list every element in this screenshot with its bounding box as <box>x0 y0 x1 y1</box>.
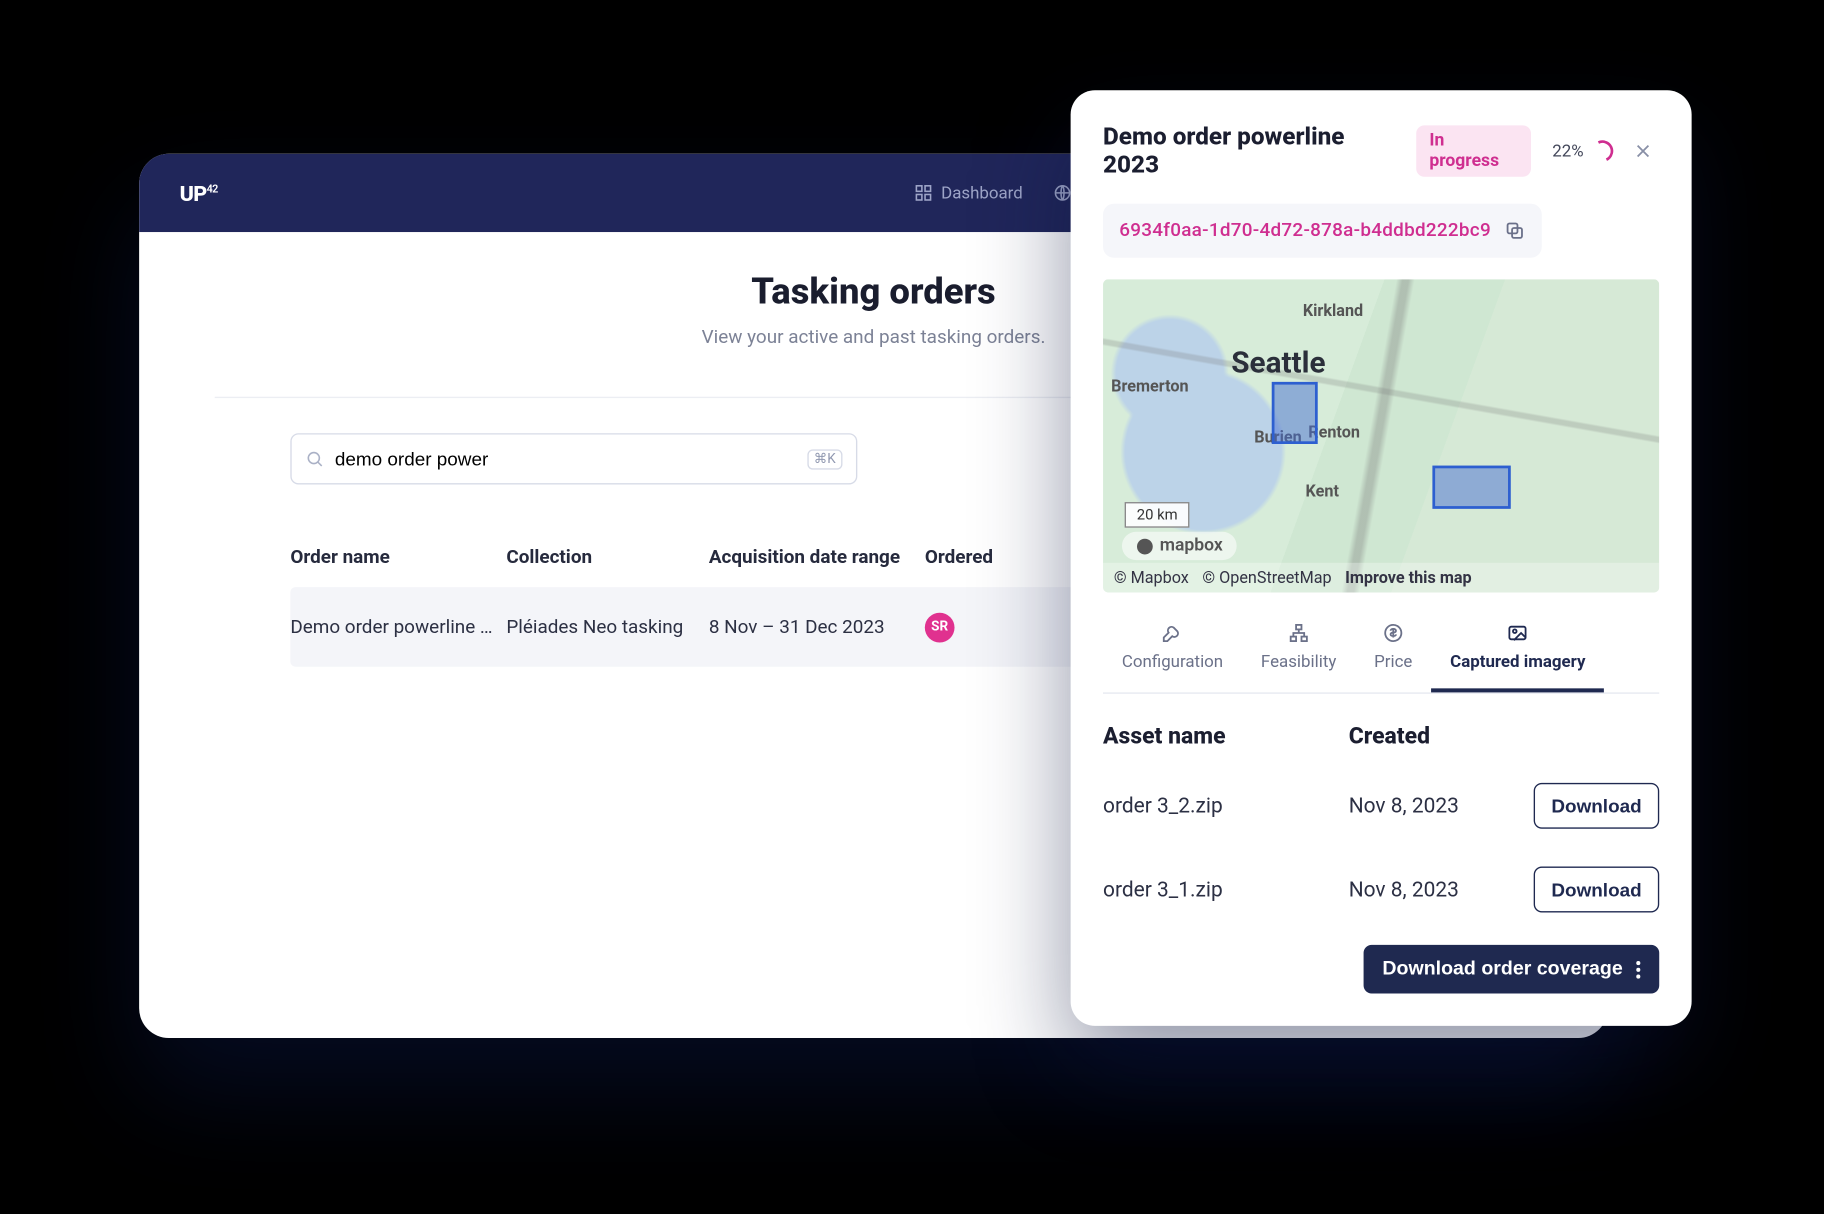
sitemap-icon <box>1288 622 1310 644</box>
cell-order-name: Demo order powerline … <box>290 616 506 638</box>
attrib-osm[interactable]: © OpenStreetMap <box>1202 568 1331 587</box>
order-detail-panel: Demo order powerline 2023 In progress 22… <box>1071 90 1692 1026</box>
panel-tabs: Configuration Feasibility Price Captured… <box>1103 611 1659 693</box>
col-ordered: Ordered <box>925 547 1033 569</box>
progress-text: 22% <box>1552 141 1583 161</box>
avatar: SR <box>925 612 955 642</box>
map-label-bremerton: Bremerton <box>1111 377 1188 396</box>
search-shortcut: ⌘K <box>807 449 842 469</box>
panel-header: Demo order powerline 2023 In progress 22… <box>1103 123 1659 180</box>
cell-collection: Pléiades Neo tasking <box>506 616 709 638</box>
tab-feasibility[interactable]: Feasibility <box>1242 611 1355 692</box>
image-icon <box>1507 622 1529 644</box>
col-acq-range: Acquisition date range <box>709 547 925 569</box>
status-badge: In progress <box>1416 125 1531 176</box>
map-scale: 20 km <box>1125 502 1190 528</box>
tab-label: Configuration <box>1122 652 1223 672</box>
close-button[interactable] <box>1627 135 1659 167</box>
progress-indicator: 22% <box>1552 140 1613 162</box>
map-attribution: © Mapbox © OpenStreetMap Improve this ma… <box>1103 563 1659 593</box>
map-label-kirkland: Kirkland <box>1303 301 1363 320</box>
tab-captured-imagery[interactable]: Captured imagery <box>1431 611 1604 692</box>
panel-title: Demo order powerline 2023 <box>1103 123 1402 180</box>
mapbox-icon <box>1135 536 1154 555</box>
grid-icon <box>914 183 933 202</box>
download-button[interactable]: Download <box>1534 783 1659 829</box>
col-collection: Collection <box>506 547 709 569</box>
search-input[interactable] <box>335 448 796 470</box>
col-order-name: Order name <box>290 547 506 569</box>
cell-ordered: SR <box>925 612 1033 642</box>
asset-name: order 3_2.zip <box>1103 794 1349 818</box>
map-label-seattle: Seattle <box>1231 347 1325 381</box>
brand-logo: UP42 <box>180 180 218 206</box>
tab-label: Price <box>1374 652 1412 672</box>
uuid-box: 6934f0aa-1d70-4d72-878a-b4ddbd222bc9 <box>1103 204 1542 258</box>
tab-label: Captured imagery <box>1450 652 1585 672</box>
cell-acq-range: 8 Nov – 31 Dec 2023 <box>709 616 925 638</box>
brand-sup: 42 <box>207 182 218 194</box>
map-bbox <box>1272 382 1318 444</box>
asset-created: Nov 8, 2023 <box>1349 877 1525 901</box>
assets-section: Asset name Created order 3_2.zip Nov 8, … <box>1103 723 1659 993</box>
more-icon <box>1636 960 1640 978</box>
nav-label: Dashboard <box>941 183 1023 203</box>
attrib-improve[interactable]: Improve this map <box>1345 568 1471 587</box>
asset-name: order 3_1.zip <box>1103 877 1349 901</box>
attrib-mapbox[interactable]: © Mapbox <box>1114 568 1189 587</box>
brand-name: UP <box>180 180 207 206</box>
map-preview[interactable]: Seattle Kirkland Bremerton Burien Renton… <box>1103 279 1659 592</box>
globe-icon <box>1052 183 1071 202</box>
copy-icon <box>1504 220 1526 242</box>
asset-created: Nov 8, 2023 <box>1349 794 1525 818</box>
assets-col-created: Created <box>1349 723 1525 750</box>
dollar-icon <box>1382 622 1404 644</box>
asset-row: order 3_2.zip Nov 8, 2023 Download <box>1103 764 1659 848</box>
copy-button[interactable] <box>1504 220 1526 242</box>
download-button[interactable]: Download <box>1534 867 1659 913</box>
search-icon <box>305 449 324 468</box>
wrench-icon <box>1162 622 1184 644</box>
tab-configuration[interactable]: Configuration <box>1103 611 1242 692</box>
assets-header: Asset name Created <box>1103 723 1659 764</box>
assets-col-name: Asset name <box>1103 723 1349 750</box>
download-coverage-button[interactable]: Download order coverage <box>1363 945 1659 994</box>
mapbox-logo: mapbox <box>1122 532 1236 560</box>
nav-dashboard[interactable]: Dashboard <box>914 183 1023 203</box>
tab-price[interactable]: Price <box>1355 611 1431 692</box>
tab-label: Feasibility <box>1261 652 1336 672</box>
map-label-kent: Kent <box>1306 482 1339 501</box>
asset-row: order 3_1.zip Nov 8, 2023 Download <box>1103 848 1659 932</box>
close-icon <box>1632 140 1654 162</box>
spinner-icon <box>1589 137 1617 165</box>
mapbox-text: mapbox <box>1160 536 1223 556</box>
uuid-text: 6934f0aa-1d70-4d72-878a-b4ddbd222bc9 <box>1119 220 1491 242</box>
search-input-wrapper[interactable]: ⌘K <box>290 433 857 484</box>
coverage-label: Download order coverage <box>1382 958 1622 980</box>
map-bbox <box>1432 466 1510 509</box>
